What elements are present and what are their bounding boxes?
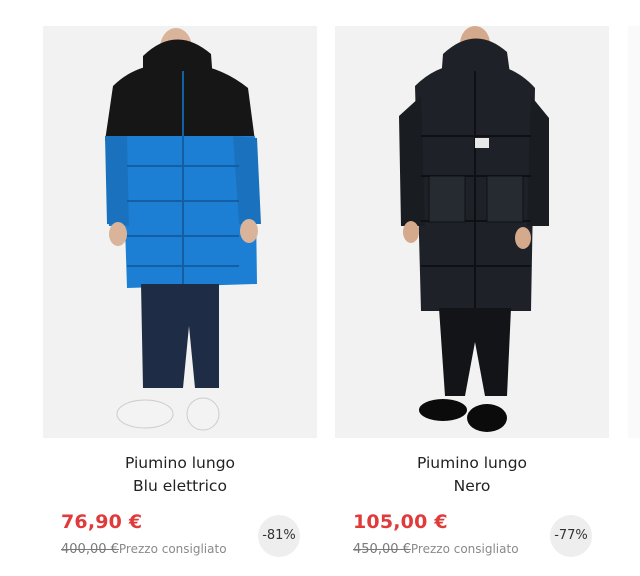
product-card[interactable]: Piumino lungo Nero 105,00 € 450,00 €Prez… xyxy=(335,0,609,576)
product-card[interactable]: Piumino lungo Blu elettrico 76,90 € 400,… xyxy=(43,0,317,576)
product-color: Blu elettrico xyxy=(133,477,227,495)
original-price-row: 450,00 €Prezzo consigliato xyxy=(353,542,519,557)
product-title[interactable]: Piumino lungo Nero xyxy=(335,452,609,498)
original-price: 400,00 € xyxy=(61,542,119,557)
product-name: Piumino lungo xyxy=(416,454,528,472)
rrp-label: Prezzo consigliato xyxy=(118,542,227,556)
discount-badge: -77% xyxy=(550,515,592,557)
original-price-row: 400,00 €Prezzo consigliato xyxy=(61,542,227,557)
black-long-puffer-jacket-photo xyxy=(399,26,549,432)
product-title[interactable]: Piumino lungo Blu elettrico xyxy=(43,452,317,498)
product-image[interactable] xyxy=(43,26,317,438)
next-card-edge xyxy=(628,26,640,438)
discount-badge: -81% xyxy=(258,515,300,557)
sale-price: 76,90 € xyxy=(61,511,143,533)
original-price: 450,00 € xyxy=(353,542,411,557)
product-name: Piumino lungo xyxy=(124,454,236,472)
sale-price: 105,00 € xyxy=(353,511,448,533)
product-color: Nero xyxy=(453,477,491,495)
blue-long-puffer-jacket-photo xyxy=(105,28,261,431)
rrp-label: Prezzo consigliato xyxy=(410,542,519,556)
product-image[interactable] xyxy=(335,26,609,438)
